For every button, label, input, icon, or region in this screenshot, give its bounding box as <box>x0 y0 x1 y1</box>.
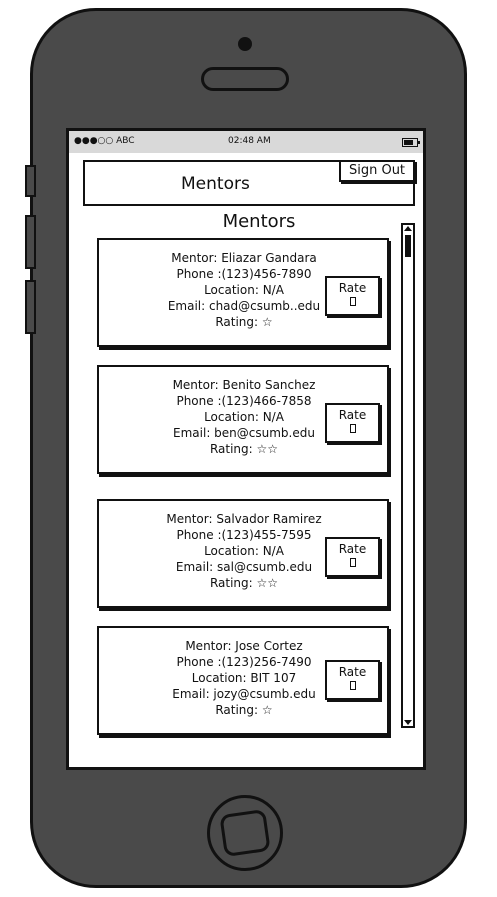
mentor-card: Mentor: Benito Sanchez Phone :(123)466-7… <box>97 365 389 474</box>
mentor-phone: Phone :(123)256-7490 <box>176 655 312 669</box>
mentor-location: Location: BIT 107 <box>191 671 297 685</box>
mentor-name: Mentor: Benito Sanchez <box>172 378 316 392</box>
rate-label: Rate <box>338 665 367 679</box>
mentor-name: Mentor: Eliazar Gandara <box>171 251 317 265</box>
battery-icon <box>402 138 420 147</box>
mentor-email: Email: chad@csumb..edu <box>167 299 321 313</box>
scrollbar[interactable] <box>401 223 415 728</box>
mentor-rating: Rating: ☆☆ <box>209 442 279 456</box>
rate-button[interactable]: Rate <box>325 537 380 577</box>
sign-out-button[interactable]: Sign Out <box>339 160 415 182</box>
carrier-signal: ●●●○○ ABC <box>74 136 135 146</box>
mentor-name: Mentor: Jose Cortez <box>185 639 303 653</box>
mentor-phone: Phone :(123)456-7890 <box>176 267 312 281</box>
rate-button[interactable]: Rate <box>325 276 380 316</box>
volume-down-button <box>25 280 36 334</box>
speaker-grille <box>201 67 289 91</box>
mentor-location: Location: N/A <box>204 283 284 297</box>
mentor-email: Email: sal@csumb.edu <box>175 560 313 574</box>
mentor-email: Email: jozy@csumb.edu <box>172 687 316 701</box>
rate-box-icon <box>349 424 356 433</box>
rate-label: Rate <box>338 408 367 422</box>
rate-box-icon <box>349 297 356 306</box>
mentor-card: Mentor: Salvador Ramirez Phone :(123)455… <box>97 499 389 608</box>
home-square-icon <box>219 809 271 857</box>
clock: 02:48 AM <box>228 136 271 146</box>
mentor-location: Location: N/A <box>204 544 284 558</box>
rate-label: Rate <box>338 542 367 556</box>
mute-switch <box>25 165 36 197</box>
mentor-email: Email: ben@csumb.edu <box>173 426 315 440</box>
page-title: Mentors <box>181 174 250 194</box>
mentor-name: Mentor: Salvador Ramirez <box>166 512 322 526</box>
mentor-rating: Rating: ☆ <box>215 703 273 717</box>
rate-label: Rate <box>338 281 367 295</box>
mentor-rating: Rating: ☆☆ <box>209 576 279 590</box>
rate-box-icon <box>349 558 356 567</box>
rate-button[interactable]: Rate <box>325 660 380 700</box>
camera-icon <box>238 37 252 51</box>
rate-button[interactable]: Rate <box>325 403 380 443</box>
mentor-card: Mentor: Eliazar Gandara Phone :(123)456-… <box>97 238 389 347</box>
scroll-up-arrow-icon[interactable] <box>404 226 412 231</box>
section-title: Mentors <box>222 211 296 232</box>
mentor-location: Location: N/A <box>204 410 284 424</box>
status-bar: ●●●○○ ABC 02:48 AM <box>69 131 423 153</box>
mentor-card: Mentor: Jose Cortez Phone :(123)256-7490… <box>97 626 389 735</box>
mentor-rating: Rating: ☆ <box>215 315 273 329</box>
mentor-phone: Phone :(123)466-7858 <box>176 394 312 408</box>
app-screen: ●●●○○ ABC 02:48 AM Mentors Sign Out Ment… <box>66 128 426 770</box>
rate-box-icon <box>349 681 356 690</box>
scroll-thumb[interactable] <box>405 235 411 257</box>
scroll-down-arrow-icon[interactable] <box>404 720 412 725</box>
volume-up-button <box>25 215 36 269</box>
mentor-phone: Phone :(123)455-7595 <box>176 528 312 542</box>
